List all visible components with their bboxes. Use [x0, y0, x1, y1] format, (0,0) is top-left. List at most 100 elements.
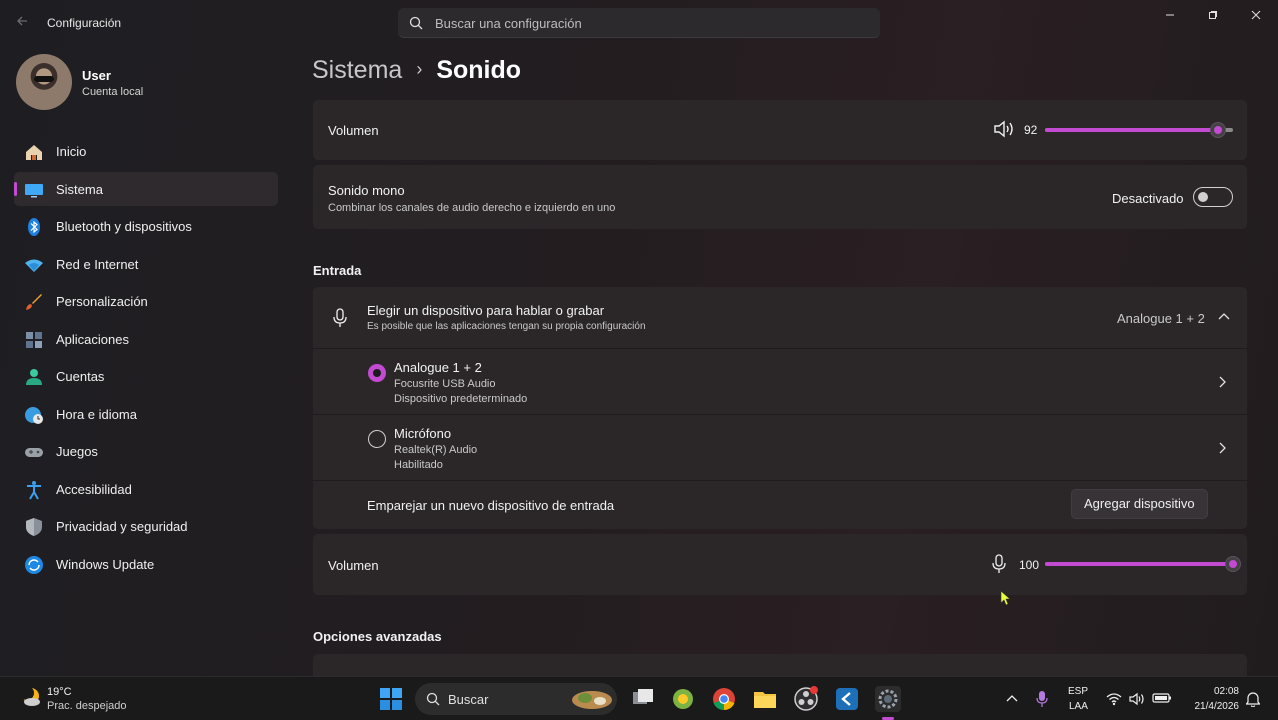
settings-search-input[interactable]: Buscar una configuración	[398, 8, 880, 38]
wifi-icon[interactable]	[1106, 692, 1122, 706]
divider	[313, 414, 1247, 415]
task-view-icon[interactable]	[630, 686, 656, 712]
mono-audio-toggle[interactable]	[1193, 187, 1233, 207]
chevron-up-icon[interactable]	[1006, 694, 1018, 704]
profile-account-type: Cuenta local	[82, 86, 144, 98]
input-volume-fill	[1045, 562, 1233, 566]
battery-icon[interactable]	[1152, 691, 1172, 705]
mono-audio-card: Sonido mono Combinar los canales de audi…	[313, 165, 1247, 229]
weather-description: Prac. despejado	[47, 700, 127, 712]
device-radio-microfono[interactable]	[368, 430, 386, 448]
xbox-app-icon[interactable]	[670, 686, 696, 712]
input-section-title: Entrada	[313, 263, 362, 278]
sidebar-nav: Inicio Sistema Bluetooth y dispositivos …	[14, 134, 278, 584]
search-placeholder: Buscar una configuración	[435, 16, 582, 31]
input-selected-device[interactable]: Analogue 1 + 2	[1117, 311, 1205, 326]
volume-icon[interactable]	[1129, 692, 1145, 706]
sidebar-item-accesibilidad[interactable]: Accesibilidad	[14, 472, 278, 506]
notification-bell-icon[interactable]	[1246, 691, 1260, 707]
bluetooth-icon	[28, 218, 40, 236]
microphone-icon[interactable]	[992, 554, 1006, 574]
apps-icon	[26, 331, 42, 348]
restore-icon	[1209, 11, 1217, 19]
language-indicator-top[interactable]: ESP	[1068, 686, 1088, 697]
app-title: Configuración	[47, 16, 122, 30]
speaker-icon[interactable]	[993, 120, 1015, 138]
mono-audio-title: Sonido mono	[328, 183, 405, 198]
input-volume-value: 100	[1019, 558, 1040, 572]
globe-clock-icon	[25, 406, 43, 424]
taskbar-search-label: Buscar	[448, 692, 489, 707]
sidebar-item-inicio[interactable]: Inicio	[14, 134, 278, 168]
sidebar-item-label: Juegos	[56, 444, 98, 459]
device-status: Dispositivo predeterminado	[394, 393, 528, 405]
input-volume-slider[interactable]	[1045, 556, 1241, 572]
input-device-card: Elegir un dispositivo para hablar o grab…	[313, 287, 1247, 529]
sidebar-item-red[interactable]: Red e Internet	[14, 247, 278, 281]
shield-icon	[26, 518, 42, 536]
title-bar: Configuración Buscar una configuración	[0, 0, 1278, 44]
sidebar-item-label: Hora e idioma	[56, 406, 137, 422]
brush-icon	[26, 294, 42, 310]
microphone-in-use-icon[interactable]	[1036, 690, 1048, 708]
minimize-button[interactable]	[1150, 6, 1190, 26]
input-volume-thumb[interactable]	[1225, 556, 1241, 572]
sidebar-item-windows-update[interactable]: Windows Update	[14, 547, 278, 581]
sidebar-item-label: Red e Internet	[56, 256, 139, 272]
taskbar-search[interactable]: Buscar	[415, 683, 617, 715]
sidebar-item-personalizacion[interactable]: Personalización	[14, 284, 278, 318]
sidebar-item-label: Aplicaciones	[56, 331, 129, 347]
windows-start-icon[interactable]	[378, 686, 404, 712]
close-button[interactable]	[1236, 6, 1276, 26]
close-icon	[1251, 10, 1261, 20]
breadcrumb: Sistema › Sonido	[312, 56, 521, 85]
capcut-icon[interactable]	[834, 686, 860, 712]
device-status: Habilitado	[394, 459, 443, 471]
sidebar-item-juegos[interactable]: Juegos	[14, 434, 278, 468]
breadcrumb-parent[interactable]: Sistema	[312, 56, 402, 84]
sidebar-item-hora[interactable]: Hora e idioma	[14, 397, 278, 431]
chevron-right-icon[interactable]	[1219, 376, 1227, 388]
clock-time[interactable]: 02:08	[1183, 686, 1239, 697]
breadcrumb-separator: ›	[416, 59, 423, 79]
maximize-button[interactable]	[1193, 6, 1233, 26]
chrome-icon[interactable]	[711, 686, 737, 712]
device-name: Micrófono	[394, 426, 452, 441]
back-button[interactable]	[12, 12, 32, 32]
back-arrow-icon	[17, 16, 27, 26]
mono-audio-description: Combinar los canales de audio derecho e …	[328, 202, 616, 214]
chevron-up-icon[interactable]	[1218, 312, 1230, 322]
home-icon	[26, 145, 42, 160]
mouse-cursor-icon	[1000, 590, 1011, 606]
update-icon	[25, 555, 43, 574]
sidebar-item-privacidad[interactable]: Privacidad y seguridad	[14, 509, 278, 543]
input-chooser-title: Elegir un dispositivo para hablar o grab…	[367, 303, 605, 318]
sidebar-item-label: Inicio	[56, 144, 87, 159]
sidebar-item-sistema[interactable]: Sistema	[14, 171, 278, 206]
file-explorer-icon[interactable]	[752, 686, 778, 712]
profile-name: User	[82, 68, 111, 83]
output-volume-slider[interactable]	[1045, 122, 1233, 138]
clock-date[interactable]: 21/4/2026	[1183, 701, 1240, 712]
sidebar-item-cuentas[interactable]: Cuentas	[14, 359, 278, 393]
input-volume-card: Volumen 100	[313, 534, 1247, 595]
avatar[interactable]	[16, 54, 72, 110]
advanced-section-title: Opciones avanzadas	[313, 629, 442, 644]
device-radio-analogue[interactable]	[368, 364, 386, 382]
sidebar-item-label: Accesibilidad	[56, 481, 132, 497]
output-volume-thumb[interactable]	[1210, 122, 1226, 138]
add-device-button[interactable]: Agregar dispositivo	[1071, 489, 1208, 519]
microphone-icon	[333, 308, 347, 327]
sidebar-item-label: Bluetooth y dispositivos	[56, 219, 192, 234]
input-chooser-description: Es posible que las aplicaciones tengan s…	[367, 321, 646, 332]
sidebar-item-label: Windows Update	[56, 556, 155, 572]
obs-icon[interactable]	[793, 686, 819, 712]
advanced-card	[313, 654, 1247, 676]
sidebar-item-bluetooth[interactable]: Bluetooth y dispositivos	[14, 209, 278, 243]
sidebar-item-aplicaciones[interactable]: Aplicaciones	[14, 322, 278, 356]
weather-moon-icon[interactable]	[18, 685, 42, 709]
settings-gear-icon[interactable]	[875, 686, 901, 712]
chevron-right-icon[interactable]	[1219, 442, 1227, 454]
output-volume-fill	[1045, 128, 1218, 132]
search-icon	[426, 692, 440, 706]
